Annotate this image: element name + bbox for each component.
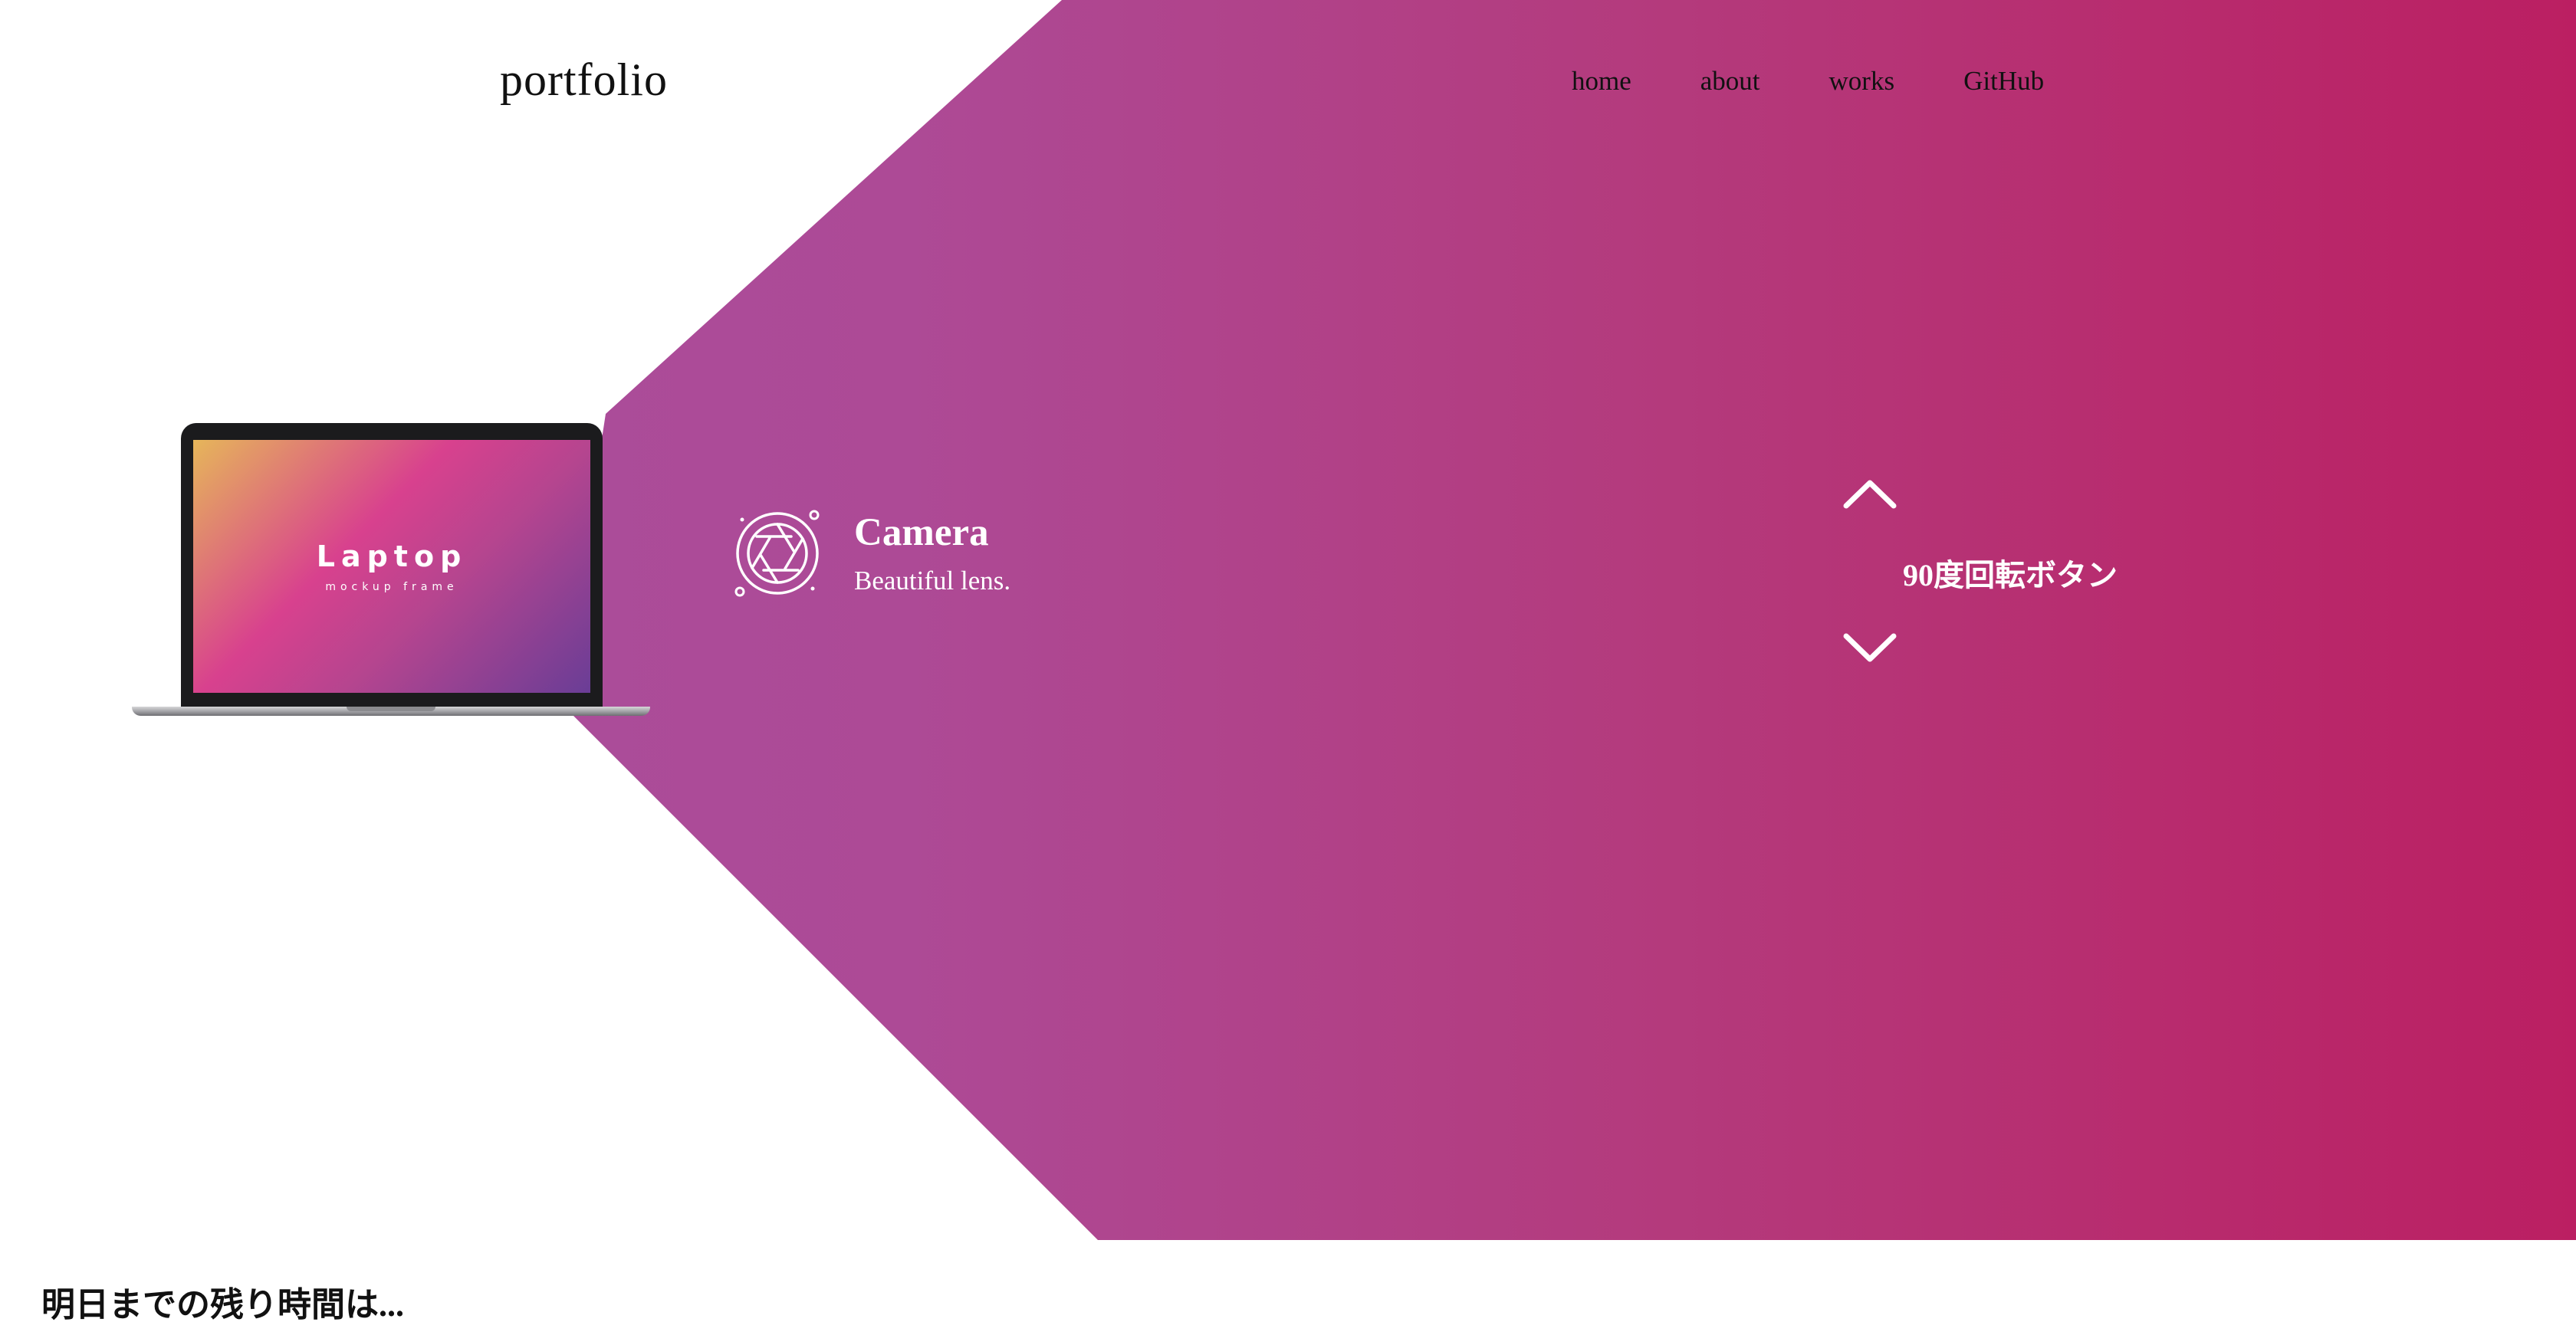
site-logo[interactable]: portfolio (500, 54, 668, 107)
laptop-lid: Laptop mockup frame (181, 423, 603, 708)
feature-subtitle: Beautiful lens. (854, 566, 1011, 595)
chevron-up-icon[interactable] (1842, 477, 1898, 510)
nav-about-link[interactable]: about (1700, 66, 1760, 97)
page: portfolio home about works GitHub Laptop… (0, 0, 2576, 1332)
feature-title: Camera (854, 511, 989, 554)
countdown-heading: 明日までの残り時間は... (41, 1286, 404, 1324)
rotate-button-label[interactable]: 90度回転ボタン (1903, 550, 2118, 595)
nav-home-link[interactable]: home (1572, 66, 1631, 97)
nav-works-link[interactable]: works (1829, 66, 1895, 97)
nav-github-link[interactable]: GitHub (1963, 66, 2044, 97)
laptop-screen-subtitle: mockup frame (325, 581, 458, 593)
laptop-notch (347, 707, 435, 711)
laptop-mockup-image: Laptop mockup frame (132, 423, 650, 722)
laptop-screen: Laptop mockup frame (193, 440, 590, 693)
laptop-screen-title: Laptop (316, 540, 468, 573)
main-nav: home about works GitHub (1572, 66, 2044, 97)
camera-aperture-icon (734, 510, 820, 597)
chevron-down-icon[interactable] (1842, 632, 1898, 665)
